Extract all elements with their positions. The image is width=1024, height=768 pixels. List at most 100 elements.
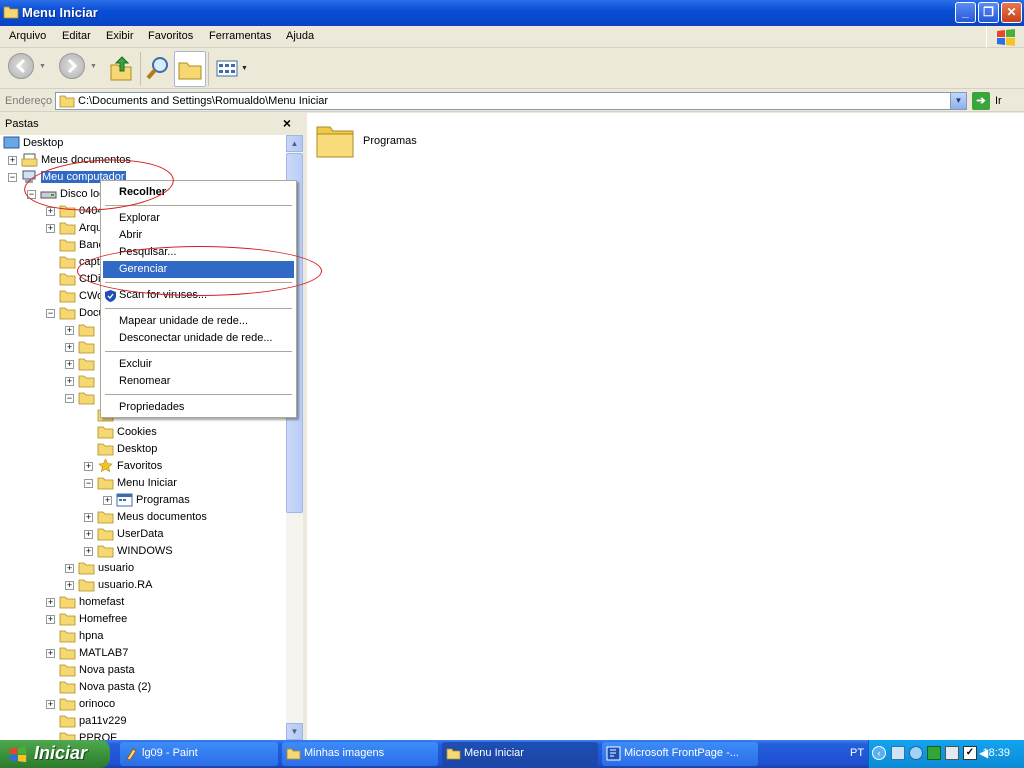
collapse-icon[interactable]: − [84,479,93,488]
task-minhas-imagens[interactable]: Minhas imagens [282,742,438,766]
chevron-left-icon[interactable]: ‹ [872,746,886,760]
menu-favoritos[interactable]: Favoritos [148,30,193,42]
folders-icon [178,62,202,80]
expand-icon[interactable]: + [46,598,55,607]
menu-ferramentas[interactable]: Ferramentas [209,30,271,42]
expand-icon[interactable]: + [65,564,74,573]
folders-pane-header: Pastas × [0,113,299,135]
close-pane-button[interactable]: × [283,115,291,131]
context-menu-item[interactable]: Mapear unidade de rede... [103,313,294,330]
tree-node[interactable]: Nova pasta (2) [0,679,286,696]
tree-node[interactable]: + Homefree [0,611,286,628]
tree-node[interactable]: + orinoco [0,696,286,713]
menu-arquivo[interactable]: Arquivo [9,30,46,42]
arrow-right-icon [67,58,78,74]
menu-exibir[interactable]: Exibir [106,30,134,42]
expand-icon[interactable]: + [8,156,17,165]
menu-ajuda[interactable]: Ajuda [286,30,314,42]
context-menu-item[interactable]: Renomear [103,373,294,390]
expand-icon[interactable]: + [84,547,93,556]
folders-button[interactable] [174,51,206,87]
up-folder-icon[interactable] [108,53,134,85]
forward-dropdown-icon[interactable]: ▼ [90,63,97,70]
go-arrow-icon[interactable]: ➔ [972,92,990,110]
tree-node[interactable]: + Meus documentos [0,509,286,526]
context-menu-item[interactable]: Abrir [103,227,294,244]
expand-icon[interactable]: + [103,496,112,505]
tree-node-label: Programas [136,494,190,506]
bluetooth-icon[interactable] [909,746,923,760]
tree-node[interactable]: + MATLAB7 [0,645,286,662]
tree-node[interactable]: + Programas [0,492,286,509]
minimize-button[interactable]: _ [955,2,976,23]
menu-editar[interactable]: Editar [62,30,91,42]
expand-icon[interactable]: + [65,581,74,590]
tree-node[interactable]: + usuario.RA [0,577,286,594]
expand-icon[interactable]: + [46,649,55,658]
tree-node[interactable]: + UserData [0,526,286,543]
forward-button[interactable] [59,53,85,79]
tree-node[interactable]: Cookies [0,424,286,441]
tree-node[interactable]: PPROF [0,730,286,740]
address-dropdown-icon[interactable]: ▼ [950,93,966,109]
context-menu-item[interactable]: Excluir [103,356,294,373]
tree-node-label: Menu Iniciar [117,477,177,489]
expand-icon[interactable]: + [46,615,55,624]
expand-icon[interactable]: + [46,207,55,216]
collapse-icon[interactable]: − [46,309,55,318]
tree-node[interactable]: Desktop [0,441,286,458]
expand-icon[interactable]: + [84,513,93,522]
back-button[interactable] [8,53,34,79]
checkmark-icon[interactable]: ✓ [963,746,977,760]
expand-icon[interactable]: + [84,530,93,539]
search-icon[interactable] [145,53,171,85]
views-dropdown-icon[interactable]: ▼ [241,65,248,72]
expand-icon[interactable]: + [46,224,55,233]
start-button[interactable]: Iniciar [0,740,110,768]
title-bar[interactable]: Menu Iniciar _ ❐ ✕ [0,0,1024,26]
paint-icon [126,748,137,761]
content-pane: Programas [307,113,1024,740]
expand-icon[interactable]: + [46,700,55,709]
folder-icon [78,340,95,354]
task-paint[interactable]: lg09 - Paint [120,742,278,766]
views-icon[interactable] [214,53,240,85]
address-input[interactable]: C:\Documents and Settings\Romualdo\Menu … [55,92,967,110]
scroll-up-icon[interactable]: ▲ [286,135,303,152]
task-menu-iniciar[interactable]: Menu Iniciar [442,742,598,766]
expand-icon[interactable]: + [65,360,74,369]
collapse-icon[interactable]: − [8,173,17,182]
tree-node[interactable]: + Favoritos [0,458,286,475]
tree-node[interactable]: Desktop [0,135,286,152]
tree-node-label: Nova pasta [79,664,135,676]
collapse-icon[interactable]: − [65,394,74,403]
context-menu-item[interactable]: Desconectar unidade de rede... [103,330,294,347]
language-indicator[interactable]: PT [850,747,864,759]
expand-icon[interactable]: + [65,377,74,386]
start-label: Iniciar [34,743,88,763]
close-button[interactable]: ✕ [1001,2,1022,23]
menu-separator [105,394,292,395]
display-icon[interactable] [945,746,959,760]
antivirus-icon[interactable] [927,746,941,760]
tree-node[interactable]: + WINDOWS [0,543,286,560]
expand-icon[interactable]: + [84,462,93,471]
go-button[interactable]: Ir [995,95,1002,107]
context-menu-item[interactable]: Propriedades [103,399,294,416]
task-frontpage[interactable]: Microsoft FrontPage -... [602,742,758,766]
expand-icon[interactable]: + [65,326,74,335]
expand-icon[interactable]: + [65,343,74,352]
scroll-down-icon[interactable]: ▼ [286,723,303,740]
folder-icon [316,126,354,158]
maximize-button[interactable]: ❐ [978,2,999,23]
back-dropdown-icon[interactable]: ▼ [39,63,46,70]
tree-node[interactable]: Nova pasta [0,662,286,679]
tree-node[interactable]: hpna [0,628,286,645]
tree-node[interactable]: + homefast [0,594,286,611]
context-menu-item[interactable]: Explorar [103,210,294,227]
tree-node[interactable]: + usuario [0,560,286,577]
tree-node[interactable]: − Menu Iniciar [0,475,286,492]
mydocs-icon [21,153,38,167]
tree-node[interactable]: pa11v229 [0,713,286,730]
network-icon[interactable] [891,746,905,760]
